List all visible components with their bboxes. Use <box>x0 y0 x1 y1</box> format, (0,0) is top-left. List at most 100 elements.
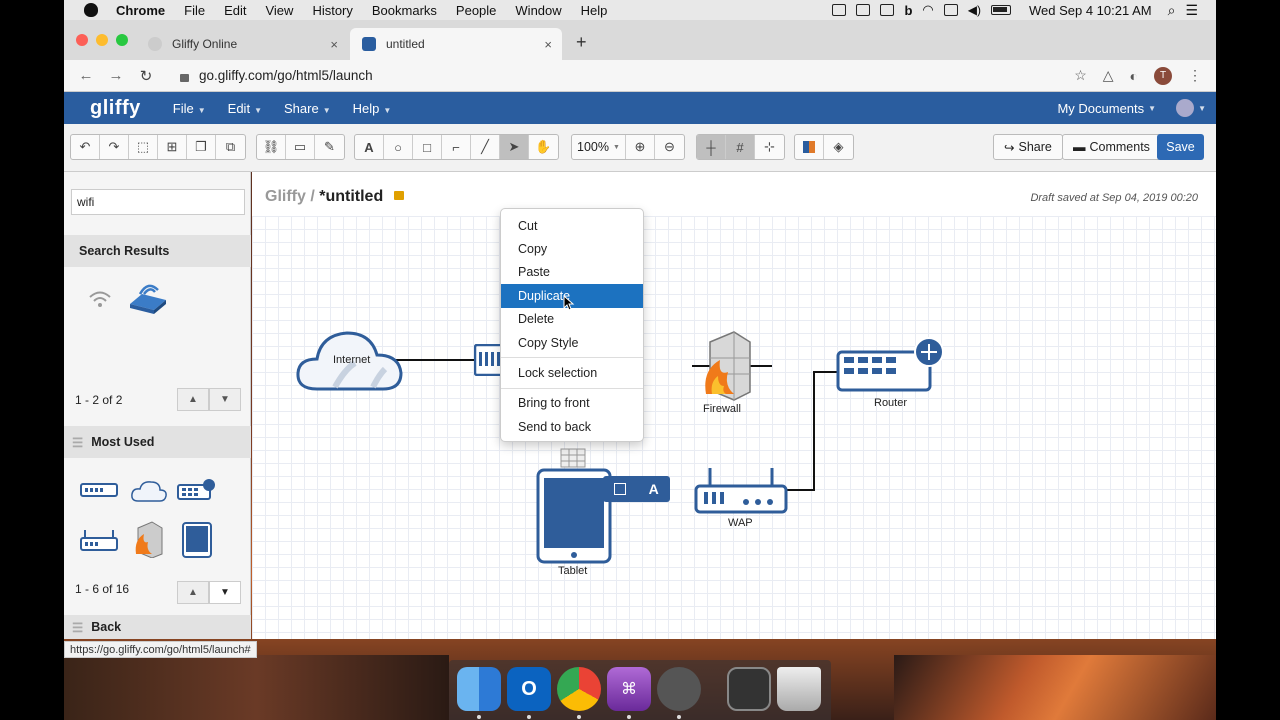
switch-shape-icon[interactable] <box>80 481 118 504</box>
menubar-help[interactable]: Help <box>581 3 608 18</box>
cloud-shape-icon[interactable] <box>130 479 168 508</box>
pointer-tool-icon[interactable]: ➤ <box>500 135 529 159</box>
wifi-status-icon[interactable]: ◠ <box>922 2 933 18</box>
grid-icon[interactable]: # <box>726 135 755 159</box>
close-window-icon[interactable] <box>76 34 88 46</box>
wap-shape-icon[interactable] <box>80 528 118 557</box>
snap-icon[interactable]: ⊹ <box>755 135 784 159</box>
save-button[interactable]: Save <box>1157 134 1204 160</box>
app-menu-share[interactable]: Share ▼ <box>284 101 331 116</box>
new-tab-button[interactable]: + <box>576 32 587 53</box>
user-icon[interactable] <box>1176 99 1195 117</box>
menubar-people[interactable]: People <box>456 3 496 18</box>
text-tool-icon[interactable]: A <box>355 135 384 159</box>
ctx-send-to-back[interactable]: Send to back <box>501 415 643 438</box>
theme-icon[interactable] <box>795 135 824 159</box>
bring-forward-icon[interactable]: ❐ <box>187 135 216 159</box>
comments-button[interactable]: ▬ Comments <box>1062 134 1161 160</box>
menubar-history[interactable]: History <box>312 3 352 18</box>
zoom-select[interactable]: 100% ▼ <box>572 135 626 159</box>
command-icon[interactable] <box>880 4 895 16</box>
select-all-icon[interactable]: ⬚ <box>129 135 158 159</box>
page-up-icon[interactable]: ▲ <box>177 388 209 411</box>
forward-icon[interactable]: → <box>108 67 124 84</box>
format-painter-icon[interactable]: ✎ <box>315 135 344 159</box>
profile-avatar[interactable]: T <box>1154 66 1172 85</box>
extension-icon[interactable]: ◐ <box>1130 68 1138 84</box>
page-up-icon[interactable]: ▲ <box>177 581 209 604</box>
url-field[interactable]: go.gliffy.com/go/html5/launch <box>199 68 373 83</box>
zoom-window-icon[interactable] <box>116 34 128 46</box>
add-text-icon[interactable]: A <box>649 481 659 497</box>
chrome-icon[interactable] <box>557 667 601 711</box>
screen-record-icon[interactable] <box>832 4 847 16</box>
tablet-shape-icon[interactable] <box>182 522 212 563</box>
tab-close-icon[interactable]: × <box>544 37 552 52</box>
back-icon[interactable]: ← <box>78 67 94 84</box>
wifi-shape-icon[interactable] <box>88 290 112 313</box>
zoom-out-icon[interactable]: ⊖ <box>655 135 684 159</box>
next-section-header[interactable]: ☰ Back <box>64 615 251 639</box>
ctx-copy-style[interactable]: Copy Style <box>501 331 643 354</box>
my-documents-menu[interactable]: My Documents <box>1057 101 1144 116</box>
drive-extension-icon[interactable]: △ <box>1103 67 1114 84</box>
line-tool-icon[interactable]: ╱ <box>471 135 500 159</box>
menubar-file[interactable]: File <box>184 3 205 18</box>
page-down-icon[interactable]: ▼ <box>209 388 241 411</box>
battery-icon[interactable] <box>990 5 1011 15</box>
ctx-cut[interactable]: Cut <box>501 214 643 237</box>
ctx-lock-selection[interactable]: Lock selection <box>501 361 643 384</box>
screen-recorder-icon[interactable] <box>727 667 771 711</box>
group-icon[interactable]: ⊞ <box>158 135 187 159</box>
search-results-header[interactable]: Search Results <box>64 235 251 267</box>
volume-icon[interactable]: ◀) <box>968 3 981 17</box>
wireless-router-shape-icon[interactable] <box>128 280 168 321</box>
send-backward-icon[interactable]: ⧉ <box>216 135 245 159</box>
tab-close-icon[interactable]: × <box>330 37 338 52</box>
minimize-window-icon[interactable] <box>96 34 108 46</box>
tab-untitled[interactable]: untitled × <box>350 28 562 60</box>
most-used-header[interactable]: ☰ Most Used <box>64 426 251 458</box>
firewall-shape-icon[interactable] <box>132 520 164 563</box>
bookmark-star-icon[interactable]: ☆ <box>1074 67 1087 84</box>
outlook-icon[interactable]: O <box>507 667 551 711</box>
command-app-icon[interactable]: ⌘ <box>607 667 651 711</box>
undo-icon[interactable]: ↶ <box>71 135 100 159</box>
menubar-app-name[interactable]: Chrome <box>116 3 165 18</box>
app-menu-file[interactable]: File ▼ <box>173 101 206 116</box>
zoom-in-icon[interactable]: ⊕ <box>626 135 655 159</box>
tablet-node[interactable] <box>536 468 612 569</box>
menubar-bookmarks[interactable]: Bookmarks <box>372 3 437 18</box>
airplay-icon[interactable] <box>943 4 958 16</box>
router-shape-icon[interactable] <box>177 478 217 507</box>
guides-icon[interactable]: ┼ <box>697 135 726 159</box>
rectangle-tool-icon[interactable]: □ <box>413 135 442 159</box>
link-icon[interactable]: ⛓ <box>257 135 286 159</box>
layers-icon[interactable]: ◈ <box>824 135 853 159</box>
gliffy-logo[interactable]: gliffy <box>90 97 141 120</box>
pan-tool-icon[interactable]: ✋ <box>529 135 558 159</box>
ctx-bring-to-front[interactable]: Bring to front <box>501 392 643 415</box>
wap-node[interactable] <box>694 466 788 523</box>
redo-icon[interactable]: ↷ <box>100 135 129 159</box>
notification-center-icon[interactable]: ☰ <box>1185 2 1198 19</box>
reload-icon[interactable]: ↻ <box>138 67 154 85</box>
menubar-window[interactable]: Window <box>515 3 561 18</box>
app-menu-help[interactable]: Help ▼ <box>353 101 392 116</box>
motion-app-icon[interactable] <box>657 667 701 711</box>
b-icon[interactable]: b <box>904 3 912 18</box>
trash-icon[interactable] <box>777 667 821 711</box>
app-menu-edit[interactable]: Edit ▼ <box>228 101 262 116</box>
finder-icon[interactable] <box>457 667 501 711</box>
firewall-node[interactable] <box>704 330 752 407</box>
camera-icon[interactable] <box>856 4 871 16</box>
lock-icon[interactable] <box>180 73 189 82</box>
menubar-edit[interactable]: Edit <box>224 3 246 18</box>
diagram-canvas[interactable]: Gliffy / *untitled Draft saved at Sep 04… <box>252 172 1216 639</box>
ellipse-tool-icon[interactable]: ○ <box>384 135 413 159</box>
share-button[interactable]: ↪ Share <box>993 134 1063 160</box>
page-down-icon[interactable]: ▼ <box>209 581 241 604</box>
shape-search-input[interactable] <box>71 189 245 215</box>
comment-icon[interactable]: ▭ <box>286 135 315 159</box>
apple-icon[interactable] <box>84 3 98 17</box>
